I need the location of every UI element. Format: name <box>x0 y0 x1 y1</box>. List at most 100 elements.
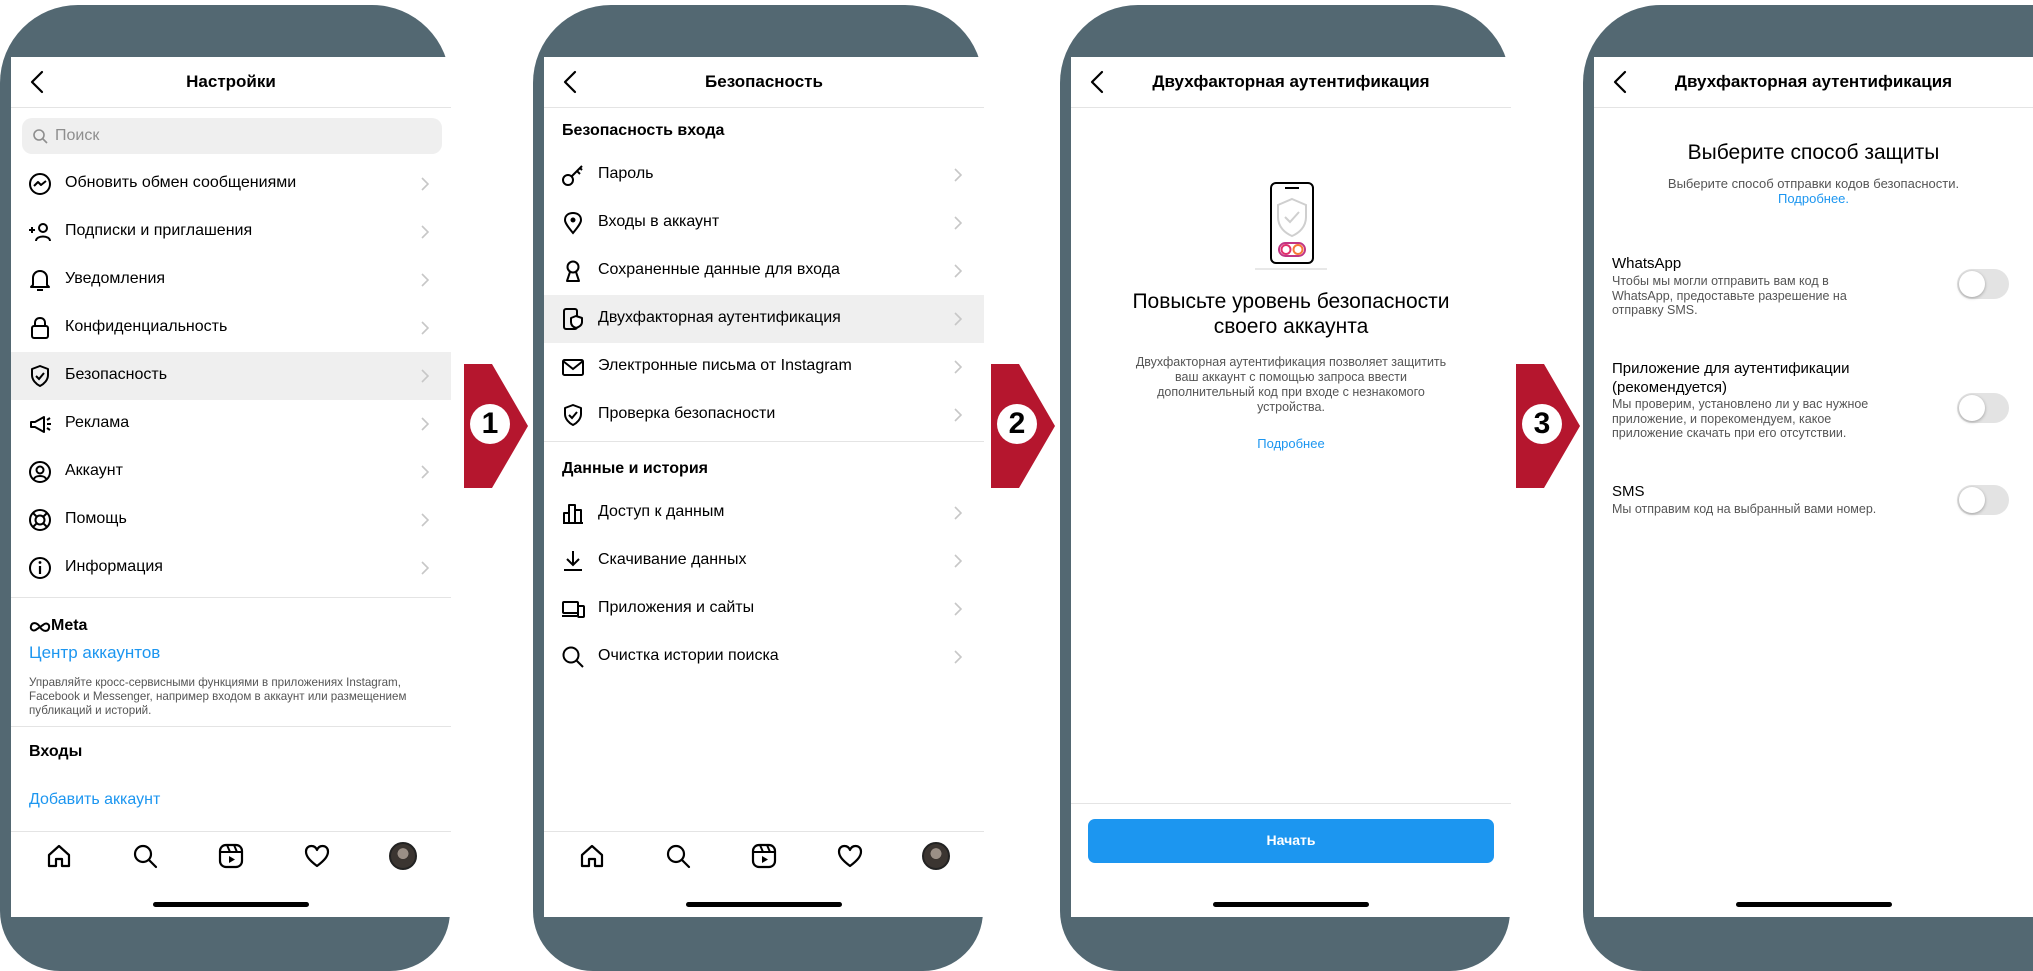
home-icon[interactable] <box>578 842 606 870</box>
settings-item-label: Уведомления <box>65 270 166 287</box>
chevron-right-icon <box>421 177 429 191</box>
heart-icon[interactable] <box>836 842 864 870</box>
security-screen: Безопасность Безопасность входа Пароль В… <box>544 57 984 917</box>
option-authenticator-app[interactable]: Приложение для аутентификации (рекоменду… <box>1594 359 2033 449</box>
chevron-right-icon <box>421 273 429 287</box>
security-item-logins[interactable]: Входы в аккаунт <box>544 199 984 247</box>
phone-frame-2: Безопасность Безопасность входа Пароль В… <box>533 5 984 971</box>
messenger-icon <box>29 173 51 195</box>
authenticator-toggle[interactable] <box>1957 393 2009 423</box>
security-item-clear-search[interactable]: Очистка истории поиска <box>544 633 984 681</box>
header: Безопасность <box>544 57 984 108</box>
chevron-right-icon <box>421 513 429 527</box>
divider <box>11 597 451 598</box>
two-factor-method-screen: Двухфакторная аутентификация Выберите сп… <box>1594 57 2033 917</box>
page-title: Настройки <box>186 72 276 91</box>
add-account-link[interactable]: Добавить аккаунт <box>29 791 160 809</box>
security-item-download[interactable]: Скачивание данных <box>544 537 984 585</box>
settings-item-account[interactable]: Аккаунт <box>11 448 451 496</box>
sms-toggle[interactable] <box>1957 485 2009 515</box>
settings-item-security[interactable]: Безопасность <box>11 352 451 400</box>
home-icon[interactable] <box>45 842 73 870</box>
intro-heading: Повысьте уровень безопасности своего акк… <box>1071 289 1511 339</box>
chevron-right-icon <box>954 264 962 278</box>
security-item-label: Пароль <box>598 165 654 182</box>
settings-item-info[interactable]: Информация <box>11 544 451 592</box>
intro-description-line: устройства. <box>1257 400 1325 414</box>
intro-description-line: дополнительный код при входе с незнакомо… <box>1157 385 1425 399</box>
meta-infinity-icon <box>29 622 51 632</box>
chevron-right-icon <box>954 216 962 230</box>
settings-item-notifications[interactable]: Уведомления <box>11 256 451 304</box>
option-title-line: (рекомендуется) <box>1612 379 1727 396</box>
phone-frame-1: Настройки Поиск Обновить обмен сообщения… <box>0 5 451 971</box>
settings-item-ads[interactable]: Реклама <box>11 400 451 448</box>
option-description-line: отправку SMS. <box>1612 303 1698 317</box>
option-whatsapp[interactable]: WhatsApp Чтобы мы могли отправить вам ко… <box>1594 255 2033 325</box>
security-item-checkup[interactable]: Проверка безопасности <box>544 391 984 439</box>
megaphone-icon <box>30 416 51 433</box>
whatsapp-toggle[interactable] <box>1957 269 2009 299</box>
security-item-label: Проверка безопасности <box>598 405 776 422</box>
home-indicator <box>153 902 309 907</box>
keyhole-icon <box>566 260 580 282</box>
reels-icon[interactable] <box>217 842 245 870</box>
option-description: Чтобы мы могли отправить вам код в Whats… <box>1612 274 1847 318</box>
chevron-right-icon <box>954 360 962 374</box>
security-item-two-factor[interactable]: Двухфакторная аутентификация <box>544 295 984 343</box>
option-title-line: Приложение для аутентификации <box>1612 360 1850 377</box>
settings-item-label: Аккаунт <box>65 462 123 479</box>
start-button-label: Начать <box>1266 832 1316 848</box>
intro-heading-line: Повысьте уровень безопасности <box>1132 290 1450 313</box>
chevron-right-icon <box>954 602 962 616</box>
security-item-label: Очистка истории поиска <box>598 647 779 664</box>
settings-item-label: Помощь <box>65 510 127 527</box>
option-description-line: приложение скачать при его отсутствии. <box>1612 426 1847 440</box>
security-item-apps[interactable]: Приложения и сайты <box>544 585 984 633</box>
chevron-right-icon <box>954 506 962 520</box>
shield-check-icon <box>564 404 582 426</box>
security-item-emails[interactable]: Электронные письма от Instagram <box>544 343 984 391</box>
learn-more-link[interactable]: Подробнее. <box>1594 191 2033 206</box>
security-item-label: Входы в аккаунт <box>598 213 720 230</box>
search-icon <box>33 129 48 144</box>
option-sms[interactable]: SMS Мы отправим код на выбранный вами но… <box>1594 483 2033 523</box>
phone-frame-3: Двухфакторная аутентификация Повысьте ур… <box>1060 5 1511 971</box>
key-icon <box>562 165 583 186</box>
chevron-right-icon <box>954 312 962 326</box>
accounts-center-link[interactable]: Центр аккаунтов <box>29 643 160 663</box>
reels-icon[interactable] <box>750 842 778 870</box>
heart-icon[interactable] <box>303 842 331 870</box>
settings-item-privacy[interactable]: Конфиденциальность <box>11 304 451 352</box>
settings-item-label: Безопасность <box>65 366 168 383</box>
divider <box>1071 803 1511 804</box>
search-input[interactable]: Поиск <box>22 118 442 154</box>
step-number: 3 <box>1522 404 1562 444</box>
intro-description-line: ваш аккаунт с помощью запроса ввести <box>1175 370 1407 384</box>
chevron-right-icon <box>954 650 962 664</box>
chevron-right-icon <box>954 168 962 182</box>
step-number: 2 <box>997 404 1037 444</box>
chevron-right-icon <box>954 408 962 422</box>
method-heading: Выберите способ защиты <box>1687 141 1940 164</box>
settings-item-messages[interactable]: Обновить обмен сообщениями <box>11 160 451 208</box>
security-item-data-access[interactable]: Доступ к данным <box>544 489 984 537</box>
option-title: WhatsApp <box>1612 255 1682 272</box>
settings-item-subscriptions[interactable]: Подписки и приглашения <box>11 208 451 256</box>
search-icon[interactable] <box>131 842 159 870</box>
lock-icon <box>31 316 49 339</box>
step-arrow-3: 3 <box>1516 364 1580 488</box>
chevron-right-icon <box>421 561 429 575</box>
security-item-password[interactable]: Пароль <box>544 151 984 199</box>
search-icon[interactable] <box>664 842 692 870</box>
profile-avatar[interactable] <box>922 842 950 870</box>
settings-item-help[interactable]: Помощь <box>11 496 451 544</box>
security-item-saved-login[interactable]: Сохраненные данные для входа <box>544 247 984 295</box>
profile-avatar[interactable] <box>389 842 417 870</box>
learn-more-link[interactable]: Подробнее <box>1071 436 1511 451</box>
start-button[interactable]: Начать <box>1088 819 1494 863</box>
option-description-line: WhatsApp, предоставьте разрешение на <box>1612 288 1847 303</box>
option-title: Приложение для аутентификации (рекоменду… <box>1612 359 1850 397</box>
location-pin-icon <box>563 211 583 235</box>
section-heading: Безопасность входа <box>562 122 725 139</box>
